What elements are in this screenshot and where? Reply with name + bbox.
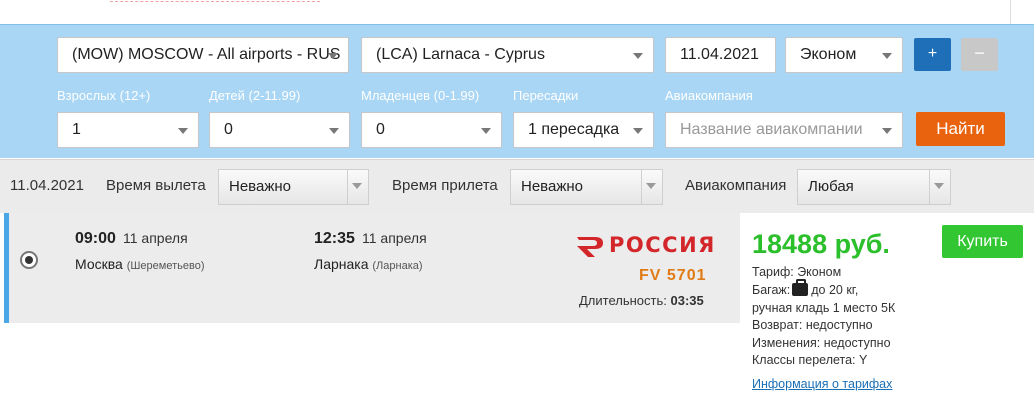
chevron-down-icon [633,53,643,59]
baggage-value: до 20 кг, [811,283,859,297]
transfers-value: 1 пересадка [528,121,620,138]
chevron-down-icon [352,183,362,189]
tariff-info-link[interactable]: Информация о тарифах [752,377,892,391]
price: 18488 руб. [752,229,890,259]
destination-select[interactable]: (LCA) Larnaca - Cyprus [361,37,654,73]
transfers-label: Пересадки [513,88,579,103]
chevron-down-icon [481,128,491,134]
chevron-down-icon [633,128,643,134]
divider [929,170,930,204]
departure-date: 11 апреля [123,230,188,246]
cropped-text-underline [110,0,320,2]
hand-luggage-info: ручная кладь 1 место 5К [752,301,896,315]
chevron-down-icon [178,128,188,134]
arrival-time-value: Неважно [521,178,583,195]
children-select[interactable]: 0 [209,112,350,148]
chevron-down-icon [882,53,892,59]
booking-class-info: Классы перелета: Y [752,353,868,367]
flight-number: FV 5701 [639,267,707,284]
divider [641,170,642,204]
departure-time-label: Время вылета [106,177,206,194]
baggage-prefix: Багаж: [752,283,791,297]
arrival-time: 12:35 [314,230,355,247]
children-label: Детей (2-11.99) [209,88,301,103]
filter-airline-label: Авиакомпания [685,177,787,194]
transfers-select[interactable]: 1 пересадка [513,112,654,148]
arrival-city-name: Ларнака [314,256,369,272]
filter-airline-select[interactable]: Любая [797,169,951,205]
baggage-info: Багаж: до 20 кг, [752,279,859,297]
arrival-airport: (Ларнака) [372,260,423,272]
adults-value: 1 [72,121,81,138]
destination-value: (LCA) Larnaca - Cyprus [376,46,545,63]
duration-value: 03:35 [670,293,704,308]
date-value: 11.04.2021 [680,46,759,63]
refund-info: Возврат: недоступно [752,318,873,332]
departure-city-name: Москва [75,256,123,272]
infants-value: 0 [376,121,385,138]
date-field[interactable]: 11.04.2021 [665,37,776,73]
class-select[interactable]: Эконом [785,37,903,73]
remove-route-button[interactable]: − [961,38,998,71]
divider [347,170,348,204]
airline-input[interactable]: Название авиакомпании [665,112,903,148]
arrival-time-select[interactable]: Неважно [510,169,663,205]
filter-bar: 11.04.2021 Время вылета Неважно Время пр… [0,159,1034,213]
departure-time: 09:00 [75,230,116,247]
filter-airline-value: Любая [808,178,854,195]
chevron-down-icon [934,183,944,189]
buy-button[interactable]: Купить [942,225,1023,258]
infants-label: Младенцев (0-1.99) [361,88,480,103]
airline-logo-text: РОССИЯ [609,233,716,257]
flight-duration: Длительность: 03:35 [579,293,704,308]
changes-info: Изменения: недоступно [752,336,891,350]
flight-select-radio[interactable] [20,251,38,269]
adults-label: Взрослых (12+) [57,88,151,103]
find-button[interactable]: Найти [916,112,1005,146]
top-strip [0,0,1034,24]
airline-label: Авиакомпания [665,88,753,103]
departure-city: Москва (Шереметьево) [75,256,205,272]
add-route-button[interactable]: + [914,38,951,71]
departure-time-select[interactable]: Неважно [218,169,369,205]
adults-select[interactable]: 1 [57,112,199,148]
chevron-down-icon [329,128,339,134]
divider [1010,0,1011,24]
airline-placeholder: Название авиакомпании [680,121,863,138]
arrival-city: Ларнака (Ларнака) [314,256,423,272]
departure-airport: (Шереметьево) [126,260,205,272]
arrival-time-label: Время прилета [392,177,498,194]
tariff-info: Тариф: Эконом [752,265,842,279]
class-value: Эконом [800,46,857,63]
departure-time-value: Неважно [229,178,291,195]
origin-select[interactable]: (MOW) MOSCOW - All airports - RUS [57,37,349,73]
chevron-down-icon [882,128,892,134]
arrival-date: 11 апреля [362,230,427,246]
duration-label: Длительность: [579,293,667,308]
infants-select[interactable]: 0 [361,112,502,148]
children-value: 0 [224,121,233,138]
chevron-down-icon [328,53,338,59]
chevron-down-icon [646,183,656,189]
origin-value: (MOW) MOSCOW - All airports - RUS [72,46,341,63]
filter-date: 11.04.2021 [10,177,84,194]
baggage-icon [792,279,809,296]
